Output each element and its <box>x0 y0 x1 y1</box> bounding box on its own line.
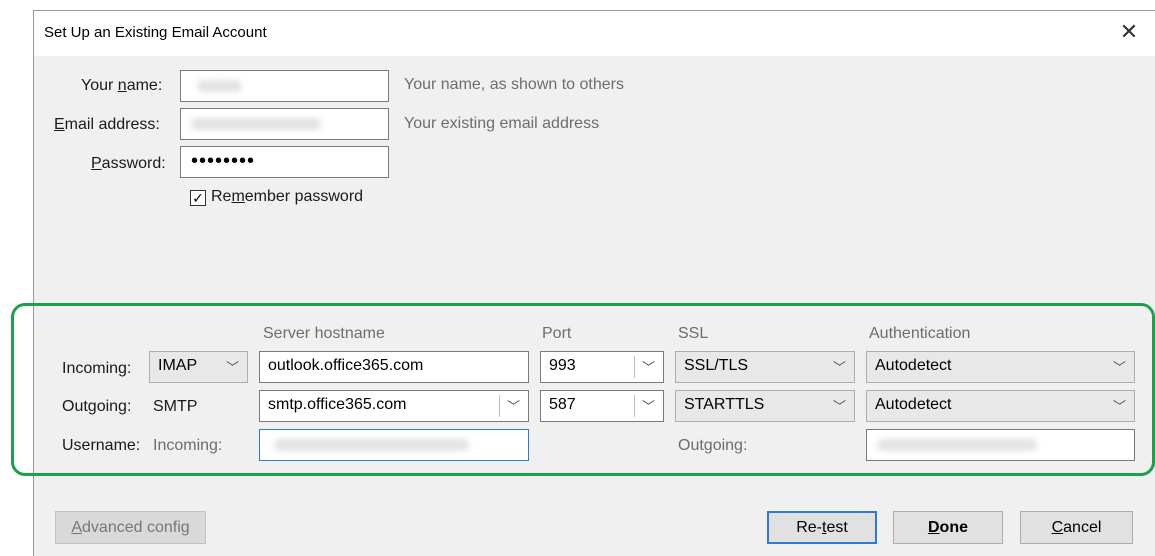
email-address-input[interactable] <box>180 108 389 140</box>
checkmark-icon: ✓ <box>192 190 204 206</box>
email-address-label: Email address: <box>54 116 160 133</box>
done-button[interactable]: Done <box>893 511 1003 544</box>
advanced-config-button[interactable]: Advanced config <box>55 511 206 544</box>
password-dots: •••••••• <box>191 150 256 172</box>
highlight-outline <box>11 303 1155 476</box>
cancel-button[interactable]: Cancel <box>1020 511 1133 544</box>
your-name-label: Your name: <box>81 77 163 94</box>
remember-password-label[interactable]: Remember password <box>211 188 363 206</box>
remember-password-checkbox[interactable]: ✓ <box>190 190 206 206</box>
email-address-hint: Your existing email address <box>404 115 600 132</box>
your-name-input[interactable] <box>180 70 389 102</box>
close-icon[interactable]: ✕ <box>1115 18 1143 46</box>
dialog-title: Set Up an Existing Email Account <box>44 24 267 41</box>
your-name-hint: Your name, as shown to others <box>404 76 624 93</box>
redacted-name <box>197 80 242 92</box>
title-bar: Set Up an Existing Email Account ✕ <box>34 11 1155 56</box>
retest-button[interactable]: Re-test <box>767 511 877 544</box>
password-input[interactable]: •••••••• <box>180 146 389 178</box>
password-label: Password: <box>91 155 166 172</box>
redacted-email <box>191 118 321 130</box>
